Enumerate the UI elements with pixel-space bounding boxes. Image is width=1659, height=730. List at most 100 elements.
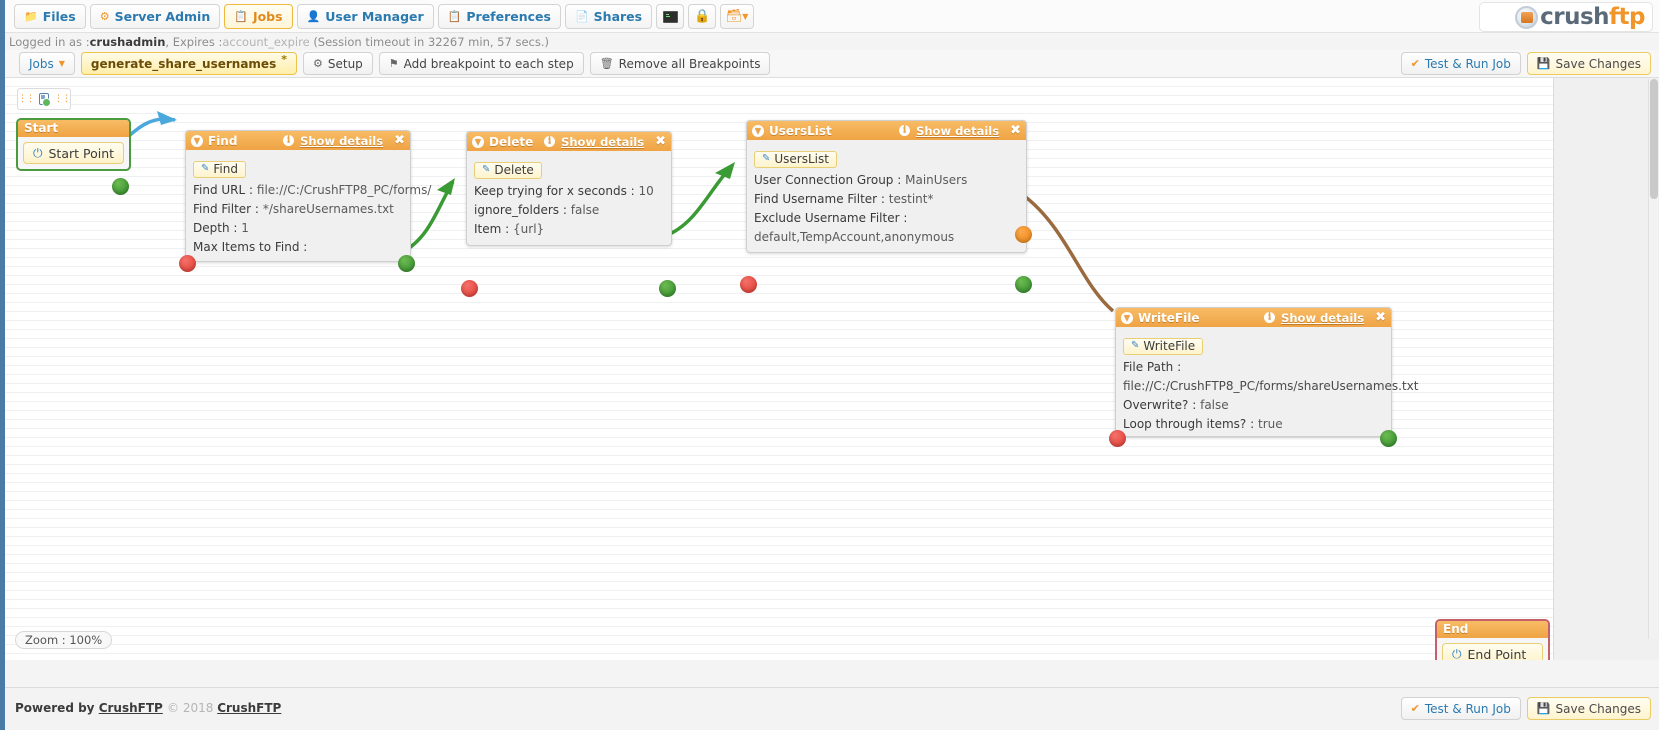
save-changes-label: Save Changes xyxy=(1555,701,1641,716)
save-changes-label: Save Changes xyxy=(1555,56,1641,71)
node-delete-type-tag[interactable]: ✎ Delete xyxy=(474,161,542,179)
powered-by-text: Powered by CrushFTP © 2018 CrushFTP xyxy=(15,701,281,715)
save-changes-button-top[interactable]: 💾 Save Changes xyxy=(1526,52,1651,75)
logo-mark-icon xyxy=(1515,5,1539,29)
port-userslist-alt-out[interactable] xyxy=(1015,226,1032,243)
collapse-icon[interactable]: ▼ xyxy=(472,135,484,148)
node-find-type-tag[interactable]: ✎ Find xyxy=(193,160,246,178)
nav-tab-label: Preferences xyxy=(466,9,551,24)
node-delete-header[interactable]: ▼ Delete i Show details ✖ xyxy=(467,132,671,151)
check-circle-icon: ✔ xyxy=(1410,57,1420,70)
node-writefile-header[interactable]: ▼ WriteFile i Show details ✖ xyxy=(1116,308,1391,327)
save-icon: 💾 xyxy=(1536,57,1551,70)
port-userslist-out[interactable] xyxy=(1015,276,1032,293)
nav-tab-preferences[interactable]: 📋 Preferences xyxy=(437,4,561,29)
test-run-label: Test & Run Job xyxy=(1424,701,1511,716)
start-point-button[interactable]: ⏻ Start Point xyxy=(23,142,124,164)
pencil-icon: ✎ xyxy=(201,163,210,174)
current-job-tab[interactable]: generate_share_usernames * xyxy=(80,52,297,75)
save-icon: 💾 xyxy=(1536,702,1551,715)
nav-tab-server-admin[interactable]: ⚙ Server Admin xyxy=(89,4,221,29)
node-writefile-title: WriteFile xyxy=(1138,310,1200,325)
setup-button[interactable]: ⚙ Setup xyxy=(302,52,373,75)
screen-dropdown-button[interactable]: 🗃 ▼ xyxy=(720,4,755,29)
prop-value: testint* xyxy=(888,191,934,206)
jobs-menu-button[interactable]: Jobs ▼ xyxy=(19,52,75,75)
show-details-link[interactable]: Show details xyxy=(300,134,383,148)
port-writefile-out[interactable] xyxy=(1380,430,1397,447)
nav-tab-shares[interactable]: 📄 Shares xyxy=(564,4,653,29)
info-icon: i xyxy=(544,136,556,147)
node-delete[interactable]: ▼ Delete i Show details ✖ ✎ Delete Keep … xyxy=(461,131,676,297)
palette-handle[interactable]: ⋮⋮ ⋮⋮ xyxy=(17,88,71,110)
grip-icon: ⋮⋮ xyxy=(18,93,35,104)
vertical-scrollbar[interactable] xyxy=(1648,79,1658,639)
nav-tab-files[interactable]: 📁 Files xyxy=(14,4,86,29)
port-delete-in[interactable] xyxy=(461,280,478,297)
add-step-icon[interactable] xyxy=(39,93,51,107)
crushftp-logo: crushftp xyxy=(1479,2,1653,32)
collapse-icon[interactable]: ▼ xyxy=(752,124,764,137)
prop-value: MainUsers xyxy=(905,172,968,187)
test-run-label: Test & Run Job xyxy=(1424,56,1511,71)
prop-value: 10 xyxy=(638,183,654,198)
gear-icon: ⚙ xyxy=(99,10,110,23)
workflow-canvas[interactable]: ⋮⋮ ⋮⋮ Start ⏻ Start Point ▼ Find i Show … xyxy=(5,78,1554,660)
node-userslist-type-tag[interactable]: ✎ UsersList xyxy=(754,150,837,168)
port-userslist-in[interactable] xyxy=(740,276,757,293)
prop-row: Loop through items? : true xyxy=(1123,416,1384,431)
node-end[interactable]: End ⏻ End Point xyxy=(1435,619,1550,660)
unsaved-marker: * xyxy=(281,53,287,66)
power-icon: ⏻ xyxy=(33,146,43,160)
save-changes-button-bottom[interactable]: 💾 Save Changes xyxy=(1526,697,1651,720)
logo-text-crush: crush xyxy=(1540,4,1610,30)
zoom-level-badge[interactable]: Zoom : 100% xyxy=(15,631,113,649)
close-icon[interactable]: ✖ xyxy=(394,134,405,147)
trash-icon: 🗑 xyxy=(599,57,614,70)
collapse-icon[interactable]: ▼ xyxy=(1121,311,1133,324)
port-find-out[interactable] xyxy=(398,255,415,272)
show-details-link[interactable]: Show details xyxy=(561,135,644,149)
node-end-title: End xyxy=(1437,621,1548,638)
node-start[interactable]: Start ⏻ Start Point xyxy=(16,118,131,195)
end-point-button[interactable]: ⏻ End Point xyxy=(1442,643,1543,660)
node-find-header[interactable]: ▼ Find i Show details ✖ xyxy=(186,131,410,150)
close-icon[interactable]: ✖ xyxy=(655,135,666,148)
collapse-icon[interactable]: ▼ xyxy=(191,134,203,147)
gear-icon: ⚙ xyxy=(312,57,323,70)
setup-label: Setup xyxy=(327,56,363,71)
prop-value: false xyxy=(1200,397,1229,412)
show-details-link[interactable]: Show details xyxy=(916,124,999,138)
plug-icon-button[interactable]: 🔒 xyxy=(688,4,717,29)
node-writefile-type-tag[interactable]: ✎ WriteFile xyxy=(1123,337,1204,355)
prop-value: true xyxy=(1257,416,1283,431)
node-find[interactable]: ▼ Find i Show details ✖ ✎ Find Find URL … xyxy=(179,130,431,272)
show-details-link[interactable]: Show details xyxy=(1281,311,1364,325)
port-writefile-in[interactable] xyxy=(1109,430,1126,447)
prop-row: Overwrite? : false xyxy=(1123,397,1384,412)
remove-breakpoints-button[interactable]: 🗑 Remove all Breakpoints xyxy=(589,52,771,75)
test-run-job-button-bottom[interactable]: ✔ Test & Run Job xyxy=(1400,697,1521,720)
node-userslist-title: UsersList xyxy=(769,123,832,138)
node-userslist-header[interactable]: ▼ UsersList i Show details ✖ xyxy=(747,121,1026,140)
nav-tab-label: Server Admin xyxy=(114,9,211,24)
nav-tab-user-manager[interactable]: 👤 User Manager xyxy=(296,4,434,29)
nav-tab-jobs[interactable]: 📋 Jobs xyxy=(224,4,293,29)
logged-in-username: crushadmin xyxy=(89,34,166,49)
port-delete-out[interactable] xyxy=(659,280,676,297)
terminal-icon-button[interactable] xyxy=(656,4,685,29)
node-delete-title: Delete xyxy=(489,134,534,149)
node-userslist[interactable]: ▼ UsersList i Show details ✖ ✎ UsersList… xyxy=(740,120,1032,293)
copyright-crushftp-link[interactable]: CrushFTP xyxy=(217,701,281,715)
powered-crushftp-link[interactable]: CrushFTP xyxy=(99,701,163,715)
crushftp-job-editor: 📁 Files ⚙ Server Admin 📋 Jobs 👤 User Man… xyxy=(0,0,1659,730)
close-icon[interactable]: ✖ xyxy=(1375,311,1386,324)
canvas-right-gutter xyxy=(1554,78,1659,660)
close-icon[interactable]: ✖ xyxy=(1010,124,1021,137)
add-breakpoint-button[interactable]: ⚑ Add breakpoint to each step xyxy=(378,52,584,75)
port-find-in[interactable] xyxy=(179,255,196,272)
port-start-out[interactable] xyxy=(112,178,129,195)
test-run-job-button-top[interactable]: ✔ Test & Run Job xyxy=(1400,52,1521,75)
session-info-bar: Logged in as : crushadmin , Expires : ac… xyxy=(9,33,549,50)
node-writefile[interactable]: ▼ WriteFile i Show details ✖ ✎ WriteFile… xyxy=(1109,307,1418,447)
